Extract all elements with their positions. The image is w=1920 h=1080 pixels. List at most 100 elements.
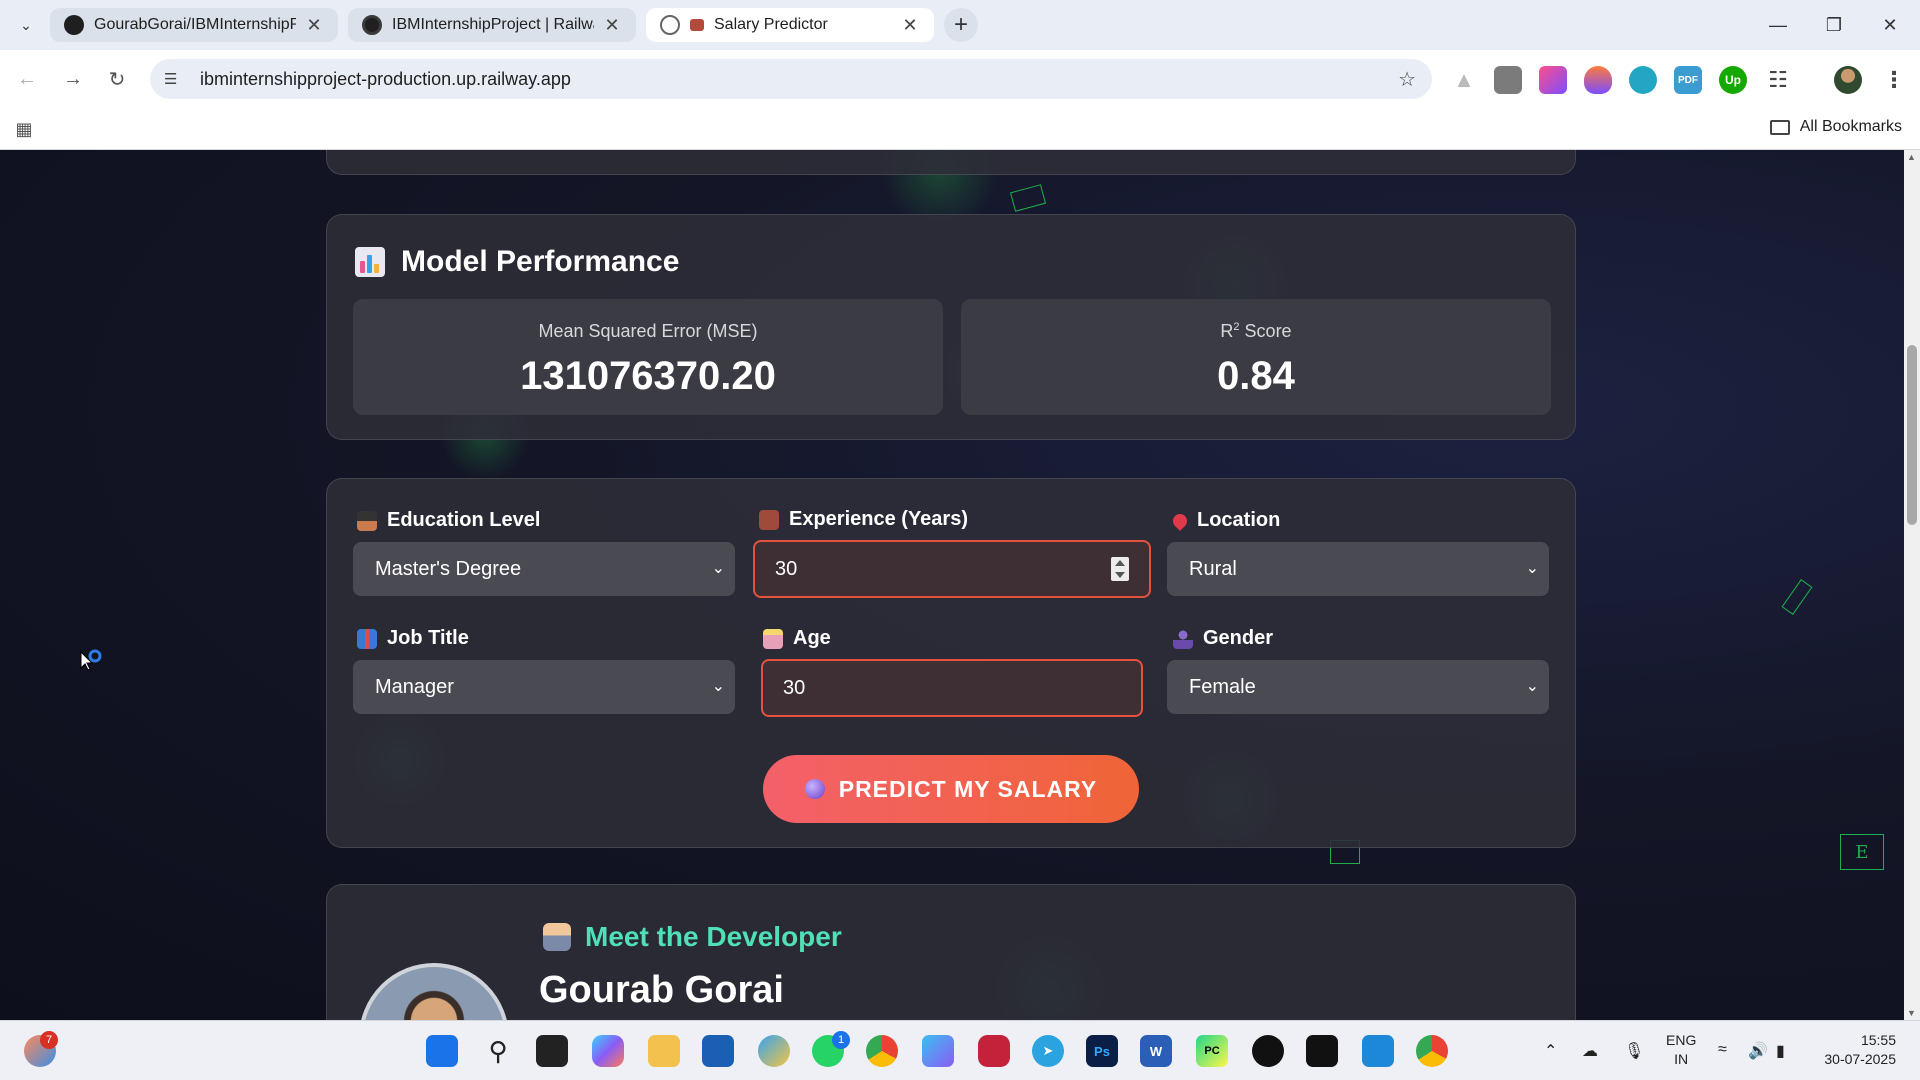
tab-close-icon[interactable]: ✕ xyxy=(602,15,622,36)
profile-avatar[interactable] xyxy=(1834,66,1862,94)
page-viewport: E Model Performance Mean Squared Error (… xyxy=(0,150,1904,1020)
job-title-label: Job Title xyxy=(357,627,469,650)
tab-title: IBMInternshipProject | Railway xyxy=(392,16,594,33)
apps-grid-icon[interactable]: ▦ xyxy=(12,117,36,141)
all-bookmarks-button[interactable]: All Bookmarks xyxy=(1769,118,1902,136)
technologist-icon xyxy=(543,923,571,951)
age-input[interactable]: 30 xyxy=(761,659,1143,717)
tab-railway[interactable]: IBMInternshipProject | Railway ✕ xyxy=(348,8,636,42)
extension-window-icon[interactable] xyxy=(1494,66,1522,94)
tray-overflow-icon[interactable]: ⌃ xyxy=(1544,1041,1557,1061)
extension-flag-icon[interactable] xyxy=(1539,66,1567,94)
whatsapp-badge: 1 xyxy=(832,1031,850,1049)
birthday-cake-icon xyxy=(763,628,783,649)
photoshop-icon[interactable]: Ps xyxy=(1086,1035,1118,1067)
extension-globe-icon[interactable] xyxy=(1629,66,1657,94)
page-scrollbar[interactable]: ▲ ▼ xyxy=(1904,150,1920,1020)
graduation-cap-icon xyxy=(357,510,377,531)
tab-salary-predictor[interactable]: Salary Predictor ✕ xyxy=(646,8,934,42)
search-icon[interactable]: ⚲ xyxy=(482,1035,514,1067)
scroll-up-arrow-icon[interactable]: ▲ xyxy=(1907,152,1916,162)
scroll-down-arrow-icon[interactable]: ▼ xyxy=(1907,1008,1916,1018)
developer-avatar xyxy=(359,963,509,1020)
bar-chart-icon xyxy=(355,247,385,277)
busy-cursor-icon xyxy=(80,649,102,671)
chrome-icon[interactable] xyxy=(866,1035,898,1067)
tab-close-icon[interactable]: ✕ xyxy=(304,15,324,36)
location-pin-icon xyxy=(1170,510,1190,531)
location-select[interactable]: Rural ⌄ xyxy=(1167,542,1549,596)
wifi-icon[interactable]: ≈ xyxy=(1718,1041,1727,1059)
tab-github[interactable]: GourabGorai/IBMInternshipProj ✕ xyxy=(50,8,338,42)
forward-icon[interactable]: → xyxy=(58,64,88,94)
close-window-icon[interactable]: ✕ xyxy=(1870,10,1910,40)
tray-cloud-icon[interactable]: ☁ xyxy=(1582,1041,1598,1061)
extension-upwork-icon[interactable]: Up xyxy=(1719,66,1747,94)
r2-value: 0.84 xyxy=(1217,354,1295,398)
floating-code-box xyxy=(1009,184,1047,212)
notification-badge: 7 xyxy=(40,1031,58,1049)
address-bar[interactable]: ☰ ibminternshipproject-production.up.rai… xyxy=(150,59,1432,99)
chevron-down-icon: ⌄ xyxy=(711,560,725,577)
url-text[interactable]: ibminternshipproject-production.up.railw… xyxy=(200,69,571,90)
r2-metric-card: R2 Score 0.84 xyxy=(961,299,1551,415)
job-title-select[interactable]: Manager ⌄ xyxy=(353,660,735,714)
system-clock[interactable]: 15:55 30-07-2025 xyxy=(1824,1031,1896,1069)
word-icon[interactable]: W xyxy=(1140,1035,1172,1067)
tab-search-chevron-icon[interactable]: ⌄ xyxy=(12,12,40,38)
extensions-puzzle-icon[interactable]: ☷ xyxy=(1764,66,1792,94)
microsoft365-icon[interactable] xyxy=(922,1035,954,1067)
store-icon[interactable] xyxy=(702,1035,734,1067)
app-box-icon[interactable] xyxy=(1306,1035,1338,1067)
tab-title: GourabGorai/IBMInternshipProj xyxy=(94,16,296,33)
minimize-icon[interactable]: — xyxy=(1758,10,1798,40)
mse-value: 131076370.20 xyxy=(520,354,776,398)
battery-icon[interactable]: ▮ xyxy=(1776,1041,1785,1061)
weather-icon[interactable] xyxy=(758,1035,790,1067)
vscode-icon[interactable] xyxy=(1362,1035,1394,1067)
developer-name: Gourab Gorai xyxy=(539,969,784,1011)
reload-icon[interactable]: ↻ xyxy=(102,64,132,94)
age-label: Age xyxy=(763,627,831,650)
clock-time: 15:55 xyxy=(1860,1032,1896,1048)
tab-close-icon[interactable]: ✕ xyxy=(900,15,920,36)
model-performance-card: Model Performance Mean Squared Error (MS… xyxy=(326,214,1576,440)
education-level-select[interactable]: Master's Degree ⌄ xyxy=(353,542,735,596)
file-explorer-icon[interactable] xyxy=(648,1035,680,1067)
mse-metric-card: Mean Squared Error (MSE) 131076370.20 xyxy=(353,299,943,415)
bookmark-star-icon[interactable]: ☆ xyxy=(1398,67,1416,92)
extension-pdf-icon[interactable]: PDF xyxy=(1674,66,1702,94)
microphone-icon[interactable]: 🎙 xyxy=(1624,1041,1644,1061)
back-icon[interactable]: ← xyxy=(12,64,42,94)
windows-taskbar: 7 ⚲ 1 ➤ Ps W PC ⌃ ☁ 🎙 ENG IN ≈ 🔊 ▮ 15:55… xyxy=(0,1020,1920,1080)
volume-icon[interactable]: 🔊 xyxy=(1748,1041,1768,1061)
restore-icon[interactable]: ❐ xyxy=(1814,10,1854,40)
experience-input[interactable]: 30 xyxy=(753,540,1151,598)
tab-title: Salary Predictor xyxy=(714,16,828,33)
scrollbar-thumb[interactable] xyxy=(1907,345,1917,525)
all-bookmarks-label: All Bookmarks xyxy=(1799,118,1902,135)
language-indicator[interactable]: ENG IN xyxy=(1666,1031,1696,1069)
telegram-icon[interactable]: ➤ xyxy=(1032,1035,1064,1067)
chrome-active-icon[interactable] xyxy=(1416,1035,1448,1067)
predict-salary-button[interactable]: PREDICT MY SALARY xyxy=(763,755,1139,823)
task-view-icon[interactable] xyxy=(536,1035,568,1067)
clock-date: 30-07-2025 xyxy=(1824,1051,1896,1067)
gender-select[interactable]: Female ⌄ xyxy=(1167,660,1549,714)
number-spinner[interactable] xyxy=(1111,557,1129,581)
pycharm-icon[interactable]: PC xyxy=(1196,1035,1228,1067)
copilot-icon[interactable] xyxy=(592,1035,624,1067)
chevron-down-icon: ⌄ xyxy=(1525,560,1539,577)
extension-triangle-icon[interactable]: ▲ xyxy=(1450,66,1478,94)
security-shield-icon[interactable] xyxy=(978,1035,1010,1067)
extension-flame-icon[interactable] xyxy=(1584,66,1612,94)
browser-tab-strip: ⌄ GourabGorai/IBMInternshipProj ✕ IBMInt… xyxy=(0,0,1920,50)
site-info-icon[interactable]: ☰ xyxy=(164,70,188,88)
new-tab-button[interactable]: + xyxy=(944,8,978,42)
chevron-down-icon: ⌄ xyxy=(1525,678,1539,695)
mse-label: Mean Squared Error (MSE) xyxy=(538,321,758,341)
obs-icon[interactable] xyxy=(1252,1035,1284,1067)
floating-code-box xyxy=(1781,579,1813,615)
windows-start-icon[interactable] xyxy=(426,1035,458,1067)
more-menu-icon[interactable]: ⋮ xyxy=(1880,66,1908,94)
